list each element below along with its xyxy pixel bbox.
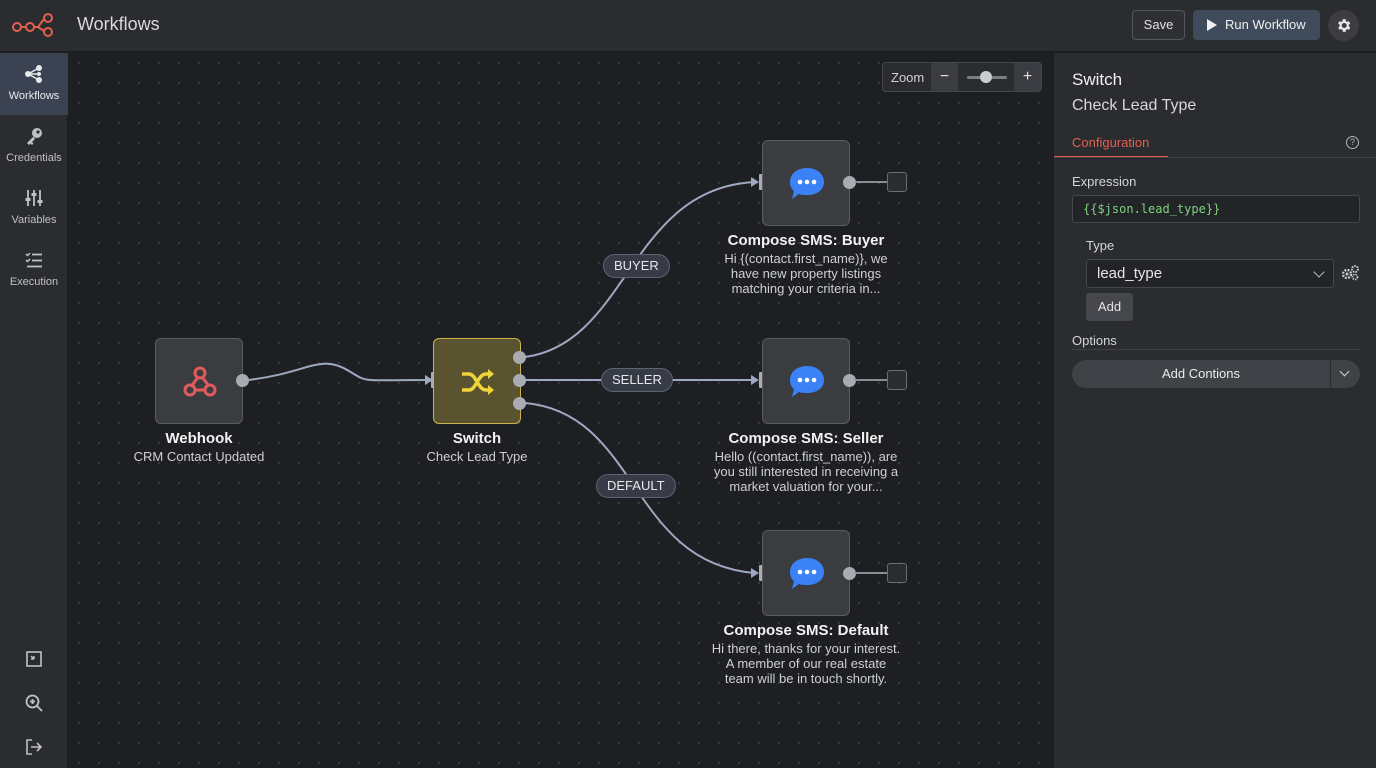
node-compose-sms-seller[interactable] bbox=[762, 338, 850, 424]
arrowhead bbox=[751, 568, 759, 578]
node-subtitle: Hi {(contact.first_name)}, we have new p… bbox=[706, 251, 906, 296]
sidebar-item-label: Workflows bbox=[8, 90, 60, 102]
run-workflow-label: Run Workflow bbox=[1225, 17, 1306, 32]
output-port-buyer[interactable] bbox=[513, 351, 526, 364]
node-title: Webhook bbox=[165, 430, 233, 447]
type-label: Type bbox=[1086, 238, 1115, 253]
subtitle-line: market valuation for your... bbox=[729, 479, 883, 494]
shuffle-icon bbox=[462, 369, 494, 395]
subtitle-line: Hi {(contact.first_name)}, we bbox=[724, 251, 888, 266]
fit-view-icon[interactable] bbox=[24, 649, 44, 669]
add-node-stub[interactable] bbox=[887, 172, 907, 192]
sidebar-item-execution[interactable]: Execution bbox=[0, 239, 68, 301]
subtitle-line: you still interested in receiving a bbox=[713, 464, 899, 479]
gear-icon bbox=[1338, 19, 1351, 32]
node-switch[interactable] bbox=[433, 338, 521, 424]
add-node-stub[interactable] bbox=[887, 563, 907, 583]
workflows-icon bbox=[25, 65, 42, 83]
output-port[interactable] bbox=[236, 374, 249, 387]
tab-divider bbox=[1054, 157, 1376, 158]
key-icon bbox=[27, 128, 42, 145]
subtitle-line: matching your criteria in... bbox=[731, 281, 881, 296]
app-title: Workflows bbox=[77, 14, 160, 34]
sidebar: Workflows Credentials Variables Executio… bbox=[0, 53, 68, 768]
sliders-icon bbox=[25, 190, 43, 206]
options-label: Options bbox=[1072, 333, 1117, 348]
edge-label-default[interactable]: DEFAULT bbox=[596, 474, 676, 498]
node-title: Compose SMS: Buyer bbox=[727, 232, 885, 249]
stub-connector bbox=[855, 379, 887, 381]
type-select-value: lead_type bbox=[1097, 265, 1163, 282]
node-subtitle: CRM Contact Updated bbox=[133, 449, 265, 464]
sidebar-item-label: Credentials bbox=[6, 152, 62, 164]
node-subtitle: Check Lead Type bbox=[426, 449, 528, 464]
logout-icon[interactable] bbox=[24, 737, 44, 757]
arrowhead bbox=[751, 177, 759, 187]
help-icon[interactable]: ? bbox=[1346, 136, 1359, 149]
subtitle-line: Hello ((contact.first_name)), are bbox=[714, 449, 898, 464]
chat-icon bbox=[790, 366, 824, 397]
sidebar-item-label: Variables bbox=[11, 214, 57, 226]
play-icon bbox=[1207, 19, 1217, 31]
sidebar-item-credentials[interactable]: Credentials bbox=[0, 115, 68, 177]
sidebar-item-label: Execution bbox=[9, 276, 59, 288]
tab-configuration[interactable]: Configuration bbox=[1054, 129, 1168, 158]
add-conditions-button[interactable]: Add Contions bbox=[1072, 360, 1330, 388]
stub-connector bbox=[855, 572, 887, 574]
node-title: Compose SMS: Seller bbox=[728, 430, 884, 447]
chevron-down-icon bbox=[1339, 366, 1350, 377]
expression-input[interactable]: {{$json.lead_type}} bbox=[1072, 195, 1360, 223]
webhook-icon bbox=[183, 366, 217, 397]
subtitle-line: Hi there, thanks for your interest. bbox=[711, 641, 901, 656]
top-bar: Workflows Save Run Workflow bbox=[0, 0, 1376, 52]
stub-connector bbox=[855, 181, 887, 183]
app-window: Workflows Save Run Workflow Workflows Cr… bbox=[0, 0, 1376, 768]
output-port-default[interactable] bbox=[513, 397, 526, 410]
subtitle-line: have new property listings bbox=[730, 266, 882, 281]
workflow-canvas[interactable]: Zoom − + BUYER SELLER DEFAULT Webhook CR… bbox=[69, 53, 1053, 768]
subtitle-line: team will be in touch shortly. bbox=[724, 671, 888, 686]
node-subtitle: Hi there, thanks for your interest. A me… bbox=[706, 641, 906, 686]
edge-label-buyer[interactable]: BUYER bbox=[603, 254, 670, 278]
arrowhead bbox=[751, 375, 759, 385]
chevron-down-icon bbox=[1313, 266, 1325, 278]
expression-label: Expression bbox=[1072, 174, 1137, 189]
chat-icon bbox=[790, 558, 824, 589]
subtitle-line: A member of our real estate bbox=[725, 656, 887, 671]
node-compose-sms-default[interactable] bbox=[762, 530, 850, 616]
run-workflow-button[interactable]: Run Workflow bbox=[1193, 10, 1320, 40]
node-title: Switch bbox=[452, 430, 502, 447]
options-divider bbox=[1072, 349, 1360, 350]
node-webhook[interactable] bbox=[155, 338, 243, 424]
edge-webhook-switch bbox=[247, 362, 430, 382]
settings-gears-icon[interactable] bbox=[1340, 264, 1360, 282]
add-conditions-dropdown[interactable] bbox=[1331, 360, 1360, 388]
edge-label-seller[interactable]: SELLER bbox=[601, 368, 673, 392]
settings-button[interactable] bbox=[1328, 10, 1359, 41]
chat-icon bbox=[790, 168, 824, 199]
add-button[interactable]: Add bbox=[1086, 293, 1133, 321]
output-port-seller[interactable] bbox=[513, 374, 526, 387]
sidebar-item-workflows[interactable]: Workflows bbox=[0, 53, 68, 115]
list-icon bbox=[25, 252, 42, 268]
save-button[interactable]: Save bbox=[1132, 10, 1185, 40]
panel-title: Switch bbox=[1072, 70, 1123, 89]
zoom-in-icon[interactable] bbox=[24, 693, 44, 713]
add-node-stub[interactable] bbox=[887, 370, 907, 390]
node-title: Compose SMS: Default bbox=[723, 622, 889, 639]
node-compose-sms-buyer[interactable] bbox=[762, 140, 850, 226]
type-select[interactable]: lead_type bbox=[1086, 259, 1334, 288]
panel-subtitle[interactable]: Check Lead Type bbox=[1072, 97, 1196, 115]
node-settings-panel: Switch Check Lead Type Configuration ? E… bbox=[1053, 53, 1376, 768]
sidebar-item-variables[interactable]: Variables bbox=[0, 177, 68, 239]
node-subtitle: Hello ((contact.first_name)), are you st… bbox=[706, 449, 906, 494]
logo-icon bbox=[12, 13, 53, 37]
